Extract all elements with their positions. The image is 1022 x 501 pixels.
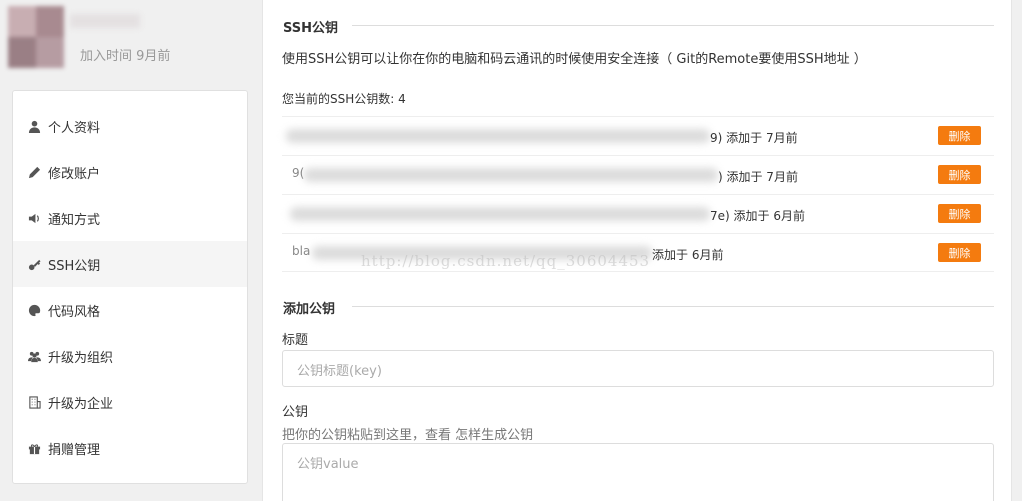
group-icon xyxy=(27,349,41,363)
divider xyxy=(352,25,994,26)
ssh-key-row: 9) 添加于 7月前 删除 xyxy=(282,116,994,155)
delete-key-button[interactable]: 删除 xyxy=(938,165,981,184)
key-added-time: 添加于 6月前 xyxy=(652,248,724,262)
sidebar-item-upgrade-org[interactable]: 升级为组织 xyxy=(13,333,247,379)
sidebar-item-account[interactable]: 修改账户 xyxy=(13,149,247,195)
user-icon xyxy=(27,119,41,133)
sidebar-item-notifications[interactable]: 通知方式 xyxy=(13,195,247,241)
key-fingerprint-redacted xyxy=(286,129,710,143)
ssh-description: 使用SSH公钥可以让你在你的电脑和码云通讯的时候使用安全连接（ Git的Remo… xyxy=(282,52,867,67)
delete-key-button[interactable]: 删除 xyxy=(938,126,981,145)
sidebar-item-label: SSH公钥 xyxy=(48,258,101,274)
sidebar-item-label: 个人资料 xyxy=(48,120,101,136)
add-key-section-title: 添加公钥 xyxy=(283,302,336,317)
watermark: http://blog.csdn.net/qq_30604453 xyxy=(361,252,651,270)
sidebar-item-label: 通知方式 xyxy=(48,212,101,228)
palette-icon xyxy=(27,303,41,317)
building-icon xyxy=(27,395,41,409)
key-fingerprint-redacted xyxy=(304,168,718,182)
delete-key-button[interactable]: 删除 xyxy=(938,204,981,223)
key-title-input[interactable]: 公钥标题(key) xyxy=(282,350,994,387)
gift-icon xyxy=(27,441,41,455)
key-fingerprint-redacted xyxy=(290,207,710,221)
username-redacted xyxy=(70,14,140,28)
volume-icon xyxy=(27,211,41,225)
sidebar-item-donation[interactable]: 捐赠管理 xyxy=(13,425,247,471)
ssh-key-row: 9( ) 添加于 7月前 删除 xyxy=(282,155,994,194)
profile-header: 加入时间 9月前 xyxy=(8,6,248,84)
settings-sidebar: 个人资料 修改账户 通知方式 SSH公钥 代码风格 升级为组织 升级为企业 捐赠… xyxy=(12,90,248,484)
sidebar-item-upgrade-enterprise[interactable]: 升级为企业 xyxy=(13,379,247,425)
delete-key-button[interactable]: 删除 xyxy=(938,243,981,262)
key-added-time: ) 添加于 7月前 xyxy=(718,170,798,184)
pencil-icon xyxy=(27,165,41,179)
how-to-generate-key-link[interactable]: 怎样生成公钥 xyxy=(455,428,533,443)
key-icon xyxy=(27,257,41,271)
title-field-label: 标题 xyxy=(282,333,309,348)
join-time: 加入时间 9月前 xyxy=(80,49,171,64)
key-prefix: bla xyxy=(292,244,311,258)
sidebar-item-label: 升级为企业 xyxy=(48,396,114,412)
ssh-key-count: 您当前的SSH公钥数: 4 xyxy=(282,92,406,106)
key-added-time: 7e) 添加于 6月前 xyxy=(710,209,805,223)
sidebar-item-label: 代码风格 xyxy=(48,304,101,320)
sidebar-item-profile[interactable]: 个人资料 xyxy=(13,103,247,149)
key-value-textarea[interactable]: 公钥value xyxy=(282,443,994,501)
key-field-label: 公钥 xyxy=(282,405,309,420)
sidebar-item-label: 升级为组织 xyxy=(48,350,114,366)
ssh-section-title: SSH公钥 xyxy=(283,21,339,36)
key-added-time: 9) 添加于 7月前 xyxy=(710,131,798,145)
sidebar-item-label: 修改账户 xyxy=(48,166,101,182)
ssh-key-row: 7e) 添加于 6月前 删除 xyxy=(282,194,994,233)
sidebar-item-label: 捐赠管理 xyxy=(48,442,101,458)
ssh-keys-panel: SSH公钥 使用SSH公钥可以让你在你的电脑和码云通讯的时候使用安全连接（ Gi… xyxy=(262,0,1012,501)
key-prefix: 9( xyxy=(292,166,305,180)
sidebar-item-ssh-keys[interactable]: SSH公钥 xyxy=(13,241,247,287)
sidebar-item-code-style[interactable]: 代码风格 xyxy=(13,287,247,333)
divider xyxy=(352,306,994,307)
key-hint: 把你的公钥粘贴到这里，查看 怎样生成公钥 xyxy=(282,428,534,443)
avatar[interactable] xyxy=(8,6,64,68)
